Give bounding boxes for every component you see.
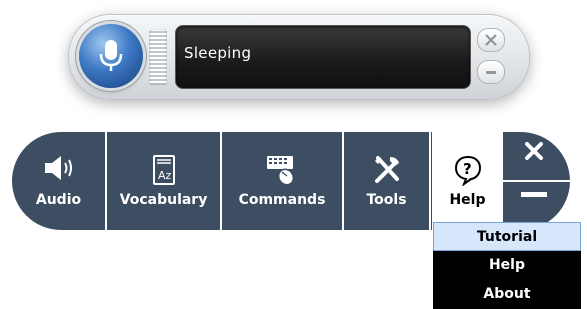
widget-minimize-button[interactable]: [477, 60, 505, 84]
menu-item-tutorial[interactable]: Tutorial: [433, 222, 581, 251]
toolbar-help-label: Help: [449, 192, 486, 208]
minimize-icon: [486, 71, 496, 74]
svg-text:Az: Az: [158, 169, 172, 182]
help-menu: Tutorial Help About: [433, 222, 581, 309]
volume-meter: [149, 29, 167, 85]
svg-text:?: ?: [463, 160, 472, 178]
toolbar-tools-button[interactable]: Tools: [344, 132, 431, 230]
vocabulary-book-icon: Az: [152, 155, 175, 185]
toolbar-close-button[interactable]: [503, 132, 570, 180]
microphone-button[interactable]: [79, 24, 143, 88]
speech-widget: Sleeping: [68, 14, 530, 100]
microphone-icon: [99, 40, 123, 71]
toolbar: Audio Az Vocabulary Commands Tools ? Hel…: [12, 132, 570, 230]
close-icon: [525, 142, 543, 160]
toolbar-tools-label: Tools: [366, 192, 407, 208]
menu-item-about[interactable]: About: [433, 280, 581, 309]
help-bubble-icon: ?: [454, 155, 481, 186]
toolbar-help-button[interactable]: ? Help: [431, 132, 503, 230]
toolbar-audio-button[interactable]: Audio: [12, 132, 107, 230]
menu-item-help[interactable]: Help: [433, 251, 581, 280]
close-icon: [485, 34, 497, 46]
tools-icon: [374, 156, 399, 183]
widget-close-button[interactable]: [477, 28, 505, 52]
toolbar-commands-label: Commands: [238, 192, 326, 208]
toolbar-vocabulary-button[interactable]: Az Vocabulary: [107, 132, 222, 230]
toolbar-audio-label: Audio: [35, 192, 82, 208]
toolbar-commands-button[interactable]: Commands: [222, 132, 344, 230]
status-text: Sleeping: [184, 44, 252, 62]
toolbar-vocabulary-label: Vocabulary: [119, 192, 208, 208]
keyboard-mouse-icon: [267, 156, 295, 186]
status-display: Sleeping: [175, 25, 471, 89]
speaker-icon: [44, 156, 72, 180]
toolbar-window-controls: [503, 132, 570, 230]
